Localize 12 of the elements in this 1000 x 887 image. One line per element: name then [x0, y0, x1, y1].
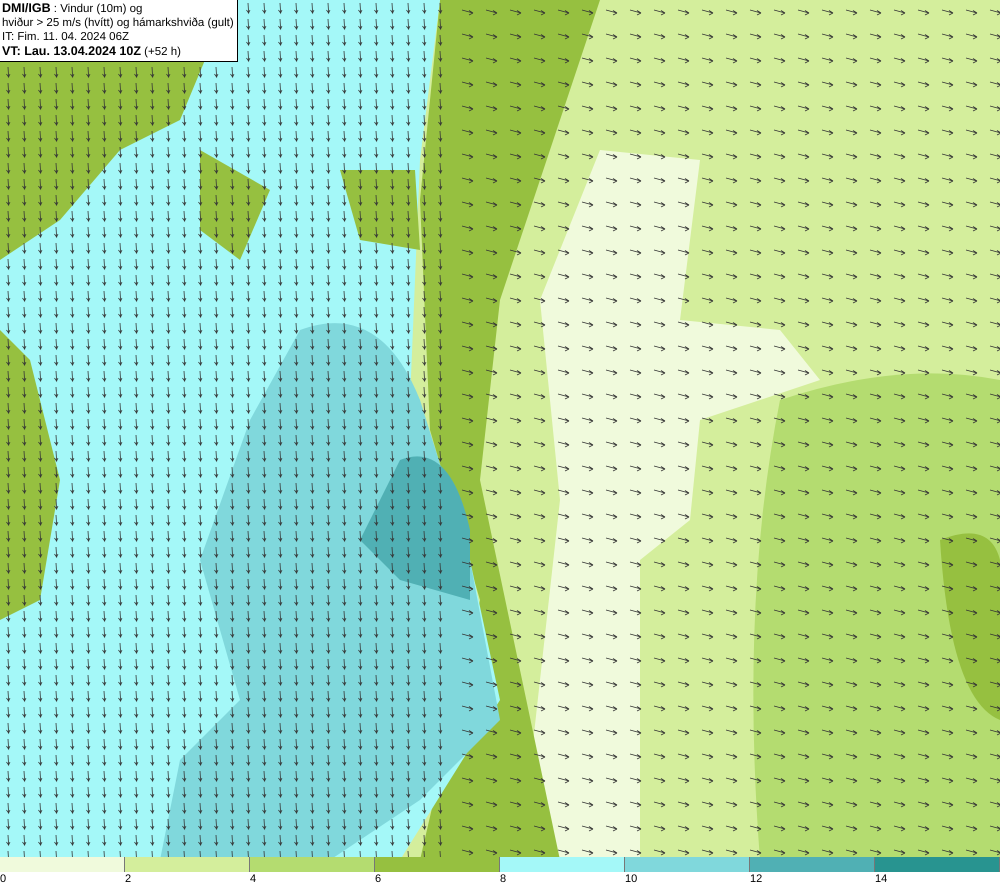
caption-line: DMI/IGB : Vindur (10m) og [2, 1, 144, 16]
legend-label: 2 [125, 872, 132, 887]
caption-line: VT: Lau. 13.04.2024 10Z (+52 h) [2, 44, 182, 59]
legend-label: 10 [625, 872, 638, 887]
legend-label: 4 [250, 872, 256, 887]
caption-line: hviður > 25 m/s (hvítt) og hámarkshviða (gult) [2, 16, 234, 30]
legend-label: 8 [500, 872, 506, 887]
legend-label: 6 [375, 872, 382, 887]
caption-line: IT: Fim. 11. 04. 2024 06Z [2, 30, 130, 44]
legend-label: 12 [750, 872, 762, 887]
legend-label: 0 [0, 872, 6, 887]
legend-label: 14 [875, 872, 888, 887]
